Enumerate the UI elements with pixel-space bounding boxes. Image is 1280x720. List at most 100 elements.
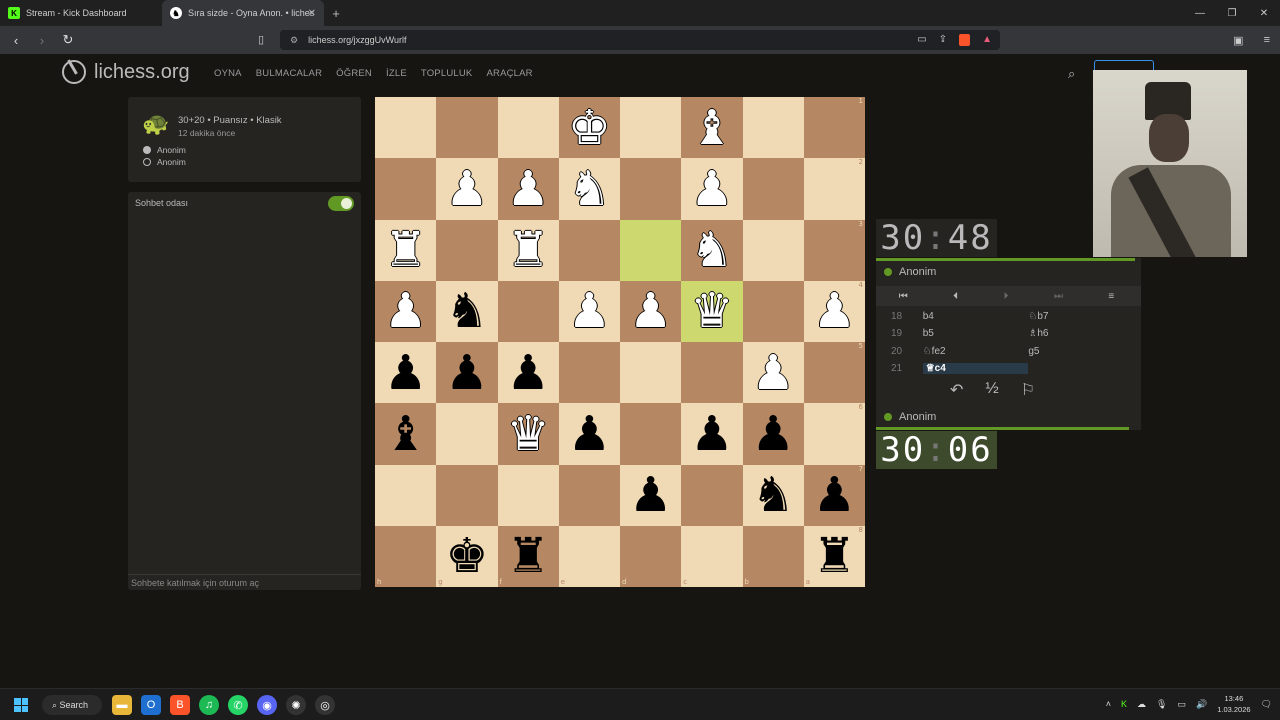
close-tab-icon[interactable]: ✕ bbox=[308, 8, 316, 19]
square-f3[interactable]: ♜ bbox=[497, 219, 559, 281]
square-b7[interactable]: ♞ bbox=[742, 464, 804, 526]
next-move-icon[interactable]: ⏵ bbox=[1004, 291, 1009, 302]
white-knight-icon[interactable]: ♞ bbox=[568, 165, 611, 213]
black-pawn-icon[interactable]: ♟ bbox=[813, 471, 856, 519]
black-pawn-icon[interactable]: ♟ bbox=[507, 349, 550, 397]
url-field[interactable]: ⚙ lichess.org/jxzggUvWurlf ▭ ⇪ ▲ bbox=[280, 30, 1000, 50]
discord-icon[interactable]: ◉ bbox=[257, 695, 277, 715]
black-pawn-icon[interactable]: ♟ bbox=[384, 349, 427, 397]
cast-icon[interactable]: ▭ bbox=[917, 34, 926, 46]
whatsapp-icon[interactable]: ✆ bbox=[228, 695, 248, 715]
menu-icon[interactable]: ≡ bbox=[1108, 291, 1114, 302]
square-g3[interactable] bbox=[436, 219, 498, 281]
nav-community[interactable]: TOPLULUK bbox=[421, 68, 473, 79]
square-b1[interactable] bbox=[742, 97, 804, 159]
black-bishop-icon[interactable]: ♝ bbox=[384, 410, 427, 458]
menu-icon[interactable]: ≡ bbox=[1264, 34, 1270, 47]
white-pawn-icon[interactable]: ♟ bbox=[568, 287, 611, 335]
volume-icon[interactable]: 🔊 bbox=[1196, 699, 1207, 710]
opponent-name[interactable]: Anonim bbox=[884, 266, 936, 278]
last-move-icon[interactable]: ⏭ bbox=[1054, 291, 1063, 302]
white-rook-icon[interactable]: ♜ bbox=[507, 226, 550, 274]
square-g7[interactable] bbox=[436, 464, 498, 526]
restore-icon[interactable]: ❐ bbox=[1216, 0, 1248, 26]
square-g4[interactable]: ♞ bbox=[436, 280, 498, 342]
black-knight-icon[interactable]: ♞ bbox=[445, 287, 488, 335]
square-a2[interactable]: 2 bbox=[803, 158, 865, 220]
white-queen-icon[interactable]: ♛ bbox=[690, 287, 733, 335]
white-king-icon[interactable]: ♚ bbox=[568, 104, 611, 152]
square-h3[interactable]: ♜ bbox=[375, 219, 437, 281]
taskbar-search[interactable]: ⌕ Search bbox=[42, 695, 102, 715]
new-tab-button[interactable]: + bbox=[324, 0, 348, 26]
chatgpt-icon[interactable]: ✺ bbox=[286, 695, 306, 715]
square-a7[interactable]: ♟ 7 bbox=[803, 464, 865, 526]
square-h6[interactable]: ♝ bbox=[375, 403, 437, 465]
nav-learn[interactable]: ÖĞREN bbox=[336, 68, 372, 79]
nav-puzzles[interactable]: BULMACALAR bbox=[256, 68, 322, 79]
square-f1[interactable] bbox=[497, 97, 559, 159]
square-f4[interactable] bbox=[497, 280, 559, 342]
square-d3[interactable] bbox=[620, 219, 682, 281]
white-player[interactable]: Anonim bbox=[143, 145, 186, 155]
square-d7[interactable]: ♟ bbox=[620, 464, 682, 526]
white-pawn-icon[interactable]: ♟ bbox=[384, 287, 427, 335]
spotify-icon[interactable]: ♫ bbox=[199, 695, 219, 715]
square-a4[interactable]: ♟ 4 bbox=[803, 280, 865, 342]
takeback-icon[interactable]: ↶ bbox=[950, 380, 963, 400]
black-rook-icon[interactable]: ♜ bbox=[507, 532, 550, 580]
cloud-icon[interactable]: ☁ bbox=[1137, 699, 1146, 710]
white-pawn-icon[interactable]: ♟ bbox=[445, 165, 488, 213]
white-knight-icon[interactable]: ♞ bbox=[690, 226, 733, 274]
reload-icon[interactable]: ↻ bbox=[58, 32, 78, 48]
chess-board[interactable]: ♚ ♝ 1 ♟ ♟ ♞ ♟ 2 ♜ ♜ ♞ 3 ♟ ♞ ♟ ♟ ♛ ♟ 4 ♟ ♟ ♟ ♟ 5 ♝ ♛ ♟ ♟ ♟ 6 ♟ ♞ ♟ 7 h ♚ g ♜ f e… bbox=[375, 97, 865, 587]
white-queen-icon[interactable]: ♛ bbox=[507, 410, 550, 458]
square-d8[interactable]: d bbox=[620, 525, 682, 587]
square-a8[interactable]: ♜ 8 a bbox=[803, 525, 865, 587]
square-g1[interactable] bbox=[436, 97, 498, 159]
white-pawn-icon[interactable]: ♟ bbox=[752, 349, 795, 397]
square-e7[interactable] bbox=[558, 464, 620, 526]
square-e8[interactable]: e bbox=[558, 525, 620, 587]
file-explorer-icon[interactable]: ▬ bbox=[112, 695, 132, 715]
square-d4[interactable]: ♟ bbox=[620, 280, 682, 342]
square-h1[interactable] bbox=[375, 97, 437, 159]
site-info-icon[interactable]: ⚙ bbox=[290, 35, 298, 46]
square-c1[interactable]: ♝ bbox=[681, 97, 743, 159]
square-f2[interactable]: ♟ bbox=[497, 158, 559, 220]
square-b5[interactable]: ♟ bbox=[742, 342, 804, 404]
white-move[interactable]: b5 bbox=[923, 328, 1029, 339]
offer-draw-button[interactable]: ½ bbox=[985, 380, 998, 400]
back-icon[interactable]: ‹ bbox=[6, 33, 26, 48]
square-f8[interactable]: ♜ f bbox=[497, 525, 559, 587]
black-pawn-icon[interactable]: ♟ bbox=[629, 471, 672, 519]
square-d6[interactable] bbox=[620, 403, 682, 465]
square-d2[interactable] bbox=[620, 158, 682, 220]
white-pawn-icon[interactable]: ♟ bbox=[507, 165, 550, 213]
tab-lichess[interactable]: ♞ Sıra sizde - Oyna Anon. • liches ✕ bbox=[162, 0, 324, 26]
kick-tray-icon[interactable]: K bbox=[1121, 699, 1127, 709]
square-e3[interactable] bbox=[558, 219, 620, 281]
square-e2[interactable]: ♞ bbox=[558, 158, 620, 220]
black-player[interactable]: Anonim bbox=[143, 157, 186, 167]
white-move[interactable]: b4 bbox=[923, 311, 1029, 322]
tab-kick-dashboard[interactable]: K Stream - Kick Dashboard bbox=[0, 0, 162, 26]
black-king-icon[interactable]: ♚ bbox=[445, 532, 488, 580]
black-move[interactable]: ♗h6 bbox=[1028, 328, 1134, 339]
black-rook-icon[interactable]: ♜ bbox=[813, 532, 856, 580]
square-e5[interactable] bbox=[558, 342, 620, 404]
square-e1[interactable]: ♚ bbox=[558, 97, 620, 159]
brave-shields-icon[interactable] bbox=[959, 34, 971, 46]
nav-play[interactable]: OYNA bbox=[214, 68, 242, 79]
outlook-icon[interactable]: O bbox=[141, 695, 161, 715]
chat-input[interactable]: Sohbete katılmak için oturum aç bbox=[128, 574, 361, 590]
black-pawn-icon[interactable]: ♟ bbox=[445, 349, 488, 397]
nav-tools[interactable]: ARAÇLAR bbox=[486, 68, 532, 79]
obs-icon[interactable]: ◎ bbox=[315, 695, 335, 715]
resign-flag-icon[interactable]: ⚐ bbox=[1021, 380, 1035, 400]
square-e6[interactable]: ♟ bbox=[558, 403, 620, 465]
square-h7[interactable] bbox=[375, 464, 437, 526]
square-c7[interactable] bbox=[681, 464, 743, 526]
square-b8[interactable]: b bbox=[742, 525, 804, 587]
white-bishop-icon[interactable]: ♝ bbox=[690, 104, 733, 152]
